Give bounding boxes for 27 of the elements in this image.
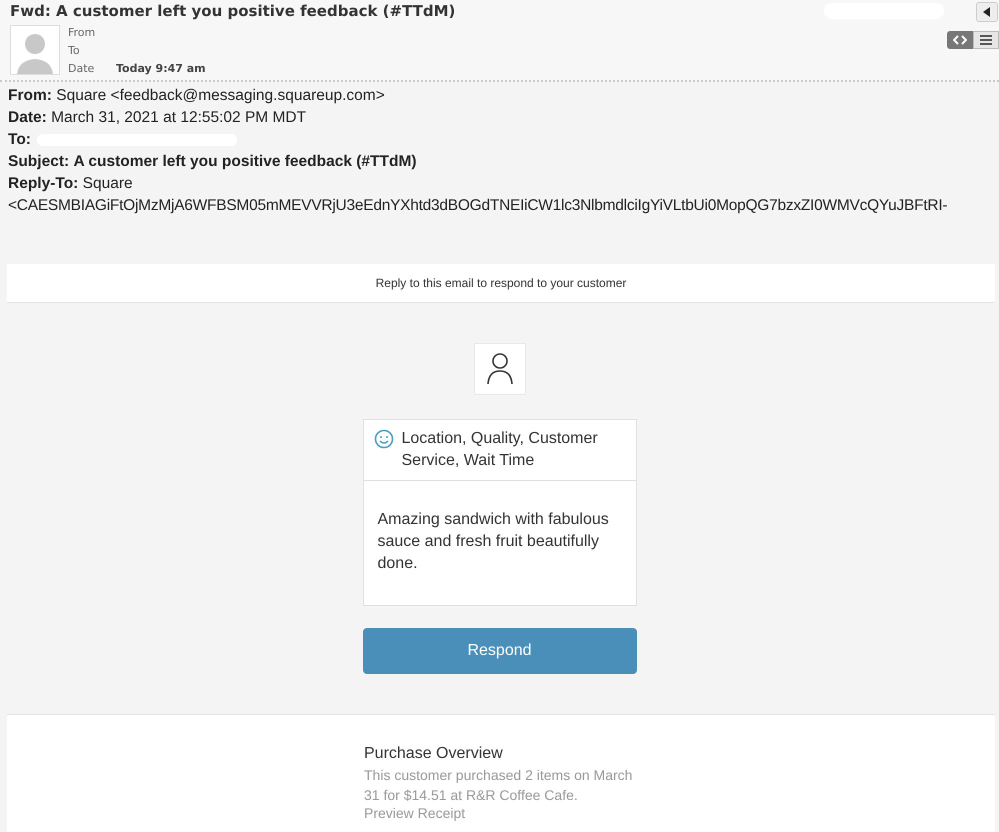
respond-button[interactable]: Respond — [362, 628, 636, 674]
field-label: From — [68, 25, 96, 41]
header-line: From: Square <feedback@messaging.squareup.com> — [8, 87, 385, 104]
smiley-icon — [374, 429, 394, 449]
field-value: Today 9:47 am — [116, 61, 206, 77]
code-icon — [953, 35, 967, 45]
field-label: Date — [68, 61, 96, 77]
feedback-tags: Location, Quality, Customer Service, Wait Time — [402, 428, 626, 472]
person-icon — [474, 343, 526, 395]
header-line: To: — [8, 131, 31, 148]
notice-text: Reply to this email to respond to your customer — [376, 276, 626, 290]
email-address: <CAESMBIAGiFtOjMzMjA6WFBSM05mMEVVRjU3eEdnYXhtd3dBOGdTNEIiCW1lc3NlbmdlciIgYiVLtbUi0MopQG7bzxZI0WMVcQYuJBFtRI- — [8, 196, 948, 216]
field-label: To — [68, 43, 81, 59]
purchase-text: This customer purchased 2 items on March 31 for $14.51 at R&R Coffee Cafe. — [364, 766, 634, 805]
list-icon — [980, 35, 992, 45]
avatar-icon — [10, 25, 60, 75]
feedback-comment: Amazing sandwich with fabulous sauce and fresh fruit beautifully done. — [376, 510, 610, 574]
previous-button[interactable] — [976, 2, 998, 22]
section-title: Purchase Overview — [364, 745, 504, 763]
header-line: Date: March 31, 2021 at 12:55:02 PM MDT — [8, 109, 306, 126]
list-view-button[interactable] — [973, 31, 999, 49]
header-line: Reply-To: Square — [8, 175, 133, 192]
code-view-button[interactable] — [947, 31, 973, 49]
email-subject: Fwd: A customer left you positive feedback (#TTdM) — [10, 1, 456, 20]
caret-icon — [983, 7, 991, 17]
preview-receipt-link[interactable]: Preview Receipt — [364, 805, 466, 821]
header-line: Subject: A customer left you positive feedback (#TTdM) — [8, 153, 417, 170]
